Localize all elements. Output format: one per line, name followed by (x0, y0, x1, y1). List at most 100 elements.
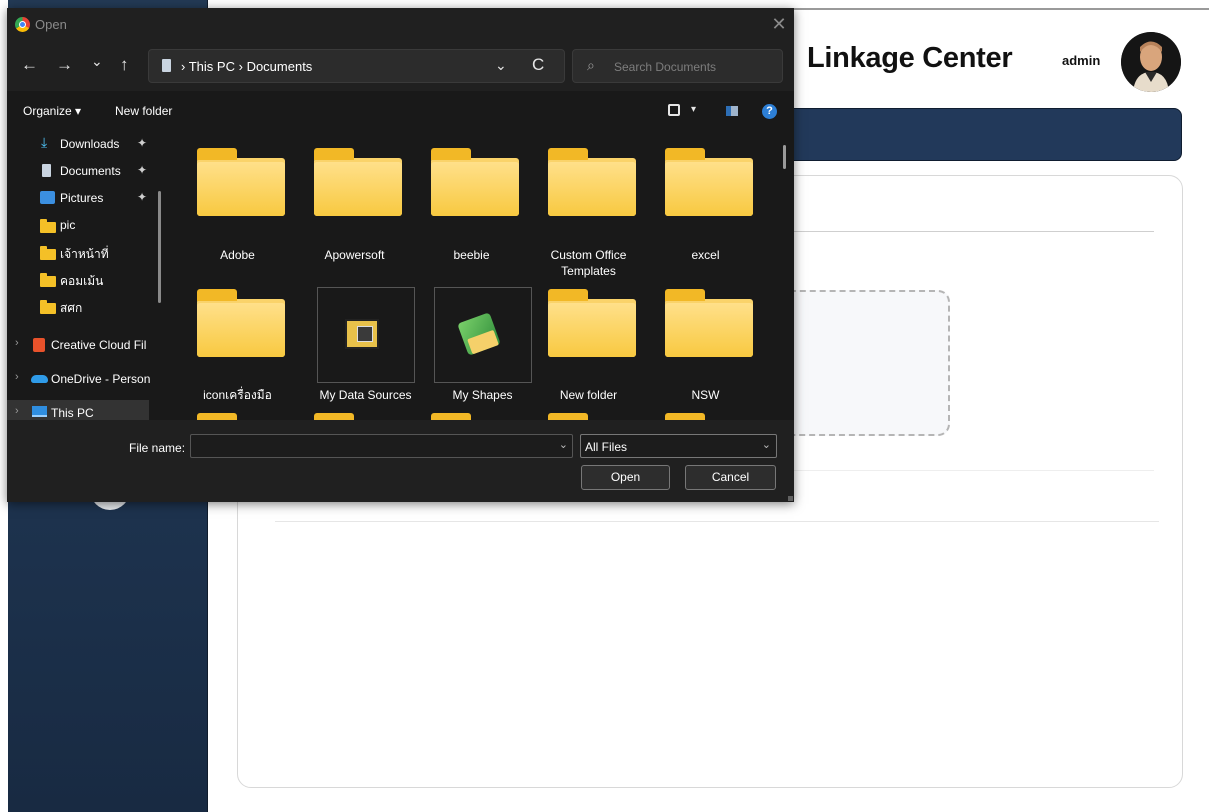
this-pc-icon (32, 406, 47, 417)
nav-item-comments[interactable]: คอมเม้น (7, 266, 170, 292)
file-item[interactable] (296, 413, 413, 420)
view-options-caret-icon[interactable]: ▾ (691, 104, 696, 115)
chevron-down-icon: ⌄ (761, 439, 771, 451)
data-sources-icon (345, 319, 379, 349)
file-name: excel (691, 248, 720, 262)
file-item[interactable] (413, 413, 530, 420)
onedrive-icon (31, 375, 48, 383)
avatar-photo-icon (1121, 32, 1181, 92)
file-item[interactable]: Adobe (179, 148, 296, 269)
folder-icon (40, 219, 56, 233)
file-item[interactable]: excel (647, 148, 764, 269)
folder-icon (431, 148, 519, 216)
search-box[interactable]: ⌕ Search Documents (572, 49, 783, 83)
open-button[interactable]: Open (581, 465, 670, 490)
search-icon: ⌕ (587, 57, 595, 73)
folder-icon (197, 148, 285, 216)
file-name: iconเครื่องมือ (203, 388, 272, 402)
avatar[interactable] (1121, 32, 1181, 92)
nav-item-label: pic (60, 218, 76, 232)
file-name: My Data Sources (319, 388, 412, 402)
breadcrumb-this-pc[interactable]: This PC (189, 59, 235, 74)
dialog-title: Open (35, 17, 67, 32)
document-icon (162, 59, 171, 72)
nav-item-oae[interactable]: สศก (7, 293, 170, 319)
breadcrumb: › This PC › Documents (181, 59, 312, 74)
help-icon[interactable]: ? (762, 104, 777, 119)
refresh-icon[interactable]: C (532, 55, 544, 75)
file-item[interactable]: New folder (530, 287, 647, 407)
file-item[interactable]: iconเครื่องมือ (179, 287, 296, 407)
card-divider (790, 231, 1154, 232)
nav-item-this-pc[interactable]: › This PC (7, 400, 149, 420)
chevron-right-icon[interactable]: › (15, 371, 19, 383)
nav-item-pic[interactable]: pic (7, 212, 170, 238)
nav-item-onedrive[interactable]: › OneDrive - Person (7, 366, 170, 392)
document-icon (42, 164, 51, 177)
file-dropzone[interactable] (770, 290, 950, 436)
navigation-pane: ⤓ Downloads ✦ Documents ✦ Pictures ✦ pic… (7, 131, 170, 420)
nav-item-creative-cloud[interactable]: › Creative Cloud Fil (7, 332, 170, 358)
file-list-scrollbar[interactable] (783, 145, 786, 169)
back-arrow-icon[interactable]: ← (21, 55, 38, 75)
folder-icon (548, 289, 636, 357)
nav-item-pictures[interactable]: Pictures ✦ (7, 185, 170, 211)
pin-icon: ✦ (137, 190, 148, 204)
file-item[interactable]: NSW (647, 287, 764, 407)
cancel-button[interactable]: Cancel (685, 465, 776, 490)
command-bar: Organize ▾ New folder ▾ ? (7, 91, 794, 131)
dialog-titlebar: Open ✕ (7, 8, 794, 41)
nav-item-label: เจ้าหน้าที่ (60, 247, 109, 261)
chevron-right-icon[interactable]: › (15, 405, 19, 417)
nav-item-label: OneDrive - Person (51, 372, 151, 386)
new-folder-button[interactable]: New folder (115, 104, 172, 118)
user-name: admin (1062, 53, 1101, 68)
nav-item-label: Creative Cloud Fil (51, 338, 147, 352)
chevron-right-icon[interactable]: › (15, 337, 19, 349)
open-file-dialog: Open ✕ ← → ⌄ ↑ › This PC › Documents ⌄ C… (7, 8, 794, 502)
chevron-down-icon[interactable]: ⌄ (495, 57, 507, 74)
organize-button[interactable]: Organize ▾ (23, 104, 81, 118)
preview-pane-icon[interactable] (726, 106, 738, 116)
recent-locations-icon[interactable]: ⌄ (91, 51, 103, 71)
folder-icon (40, 246, 56, 260)
close-button[interactable]: ✕ (767, 12, 791, 36)
nav-item-staff[interactable]: เจ้าหน้าที่ (7, 239, 170, 265)
nav-item-downloads[interactable]: ⤓ Downloads ✦ (7, 131, 170, 157)
file-item[interactable] (179, 413, 296, 420)
file-item[interactable]: My Data Sources (307, 287, 424, 407)
file-item[interactable] (530, 413, 647, 420)
file-type-select[interactable]: All Files ⌄ (580, 434, 777, 458)
file-name: beebie (453, 248, 490, 262)
nav-item-documents[interactable]: Documents ✦ (7, 158, 170, 184)
file-name-input[interactable]: ⌄ (190, 434, 573, 458)
forward-arrow-icon[interactable]: → (56, 55, 73, 75)
view-mode-icon[interactable] (668, 104, 680, 116)
file-item[interactable]: Custom Office Templates (530, 148, 647, 278)
nav-item-label: This PC (51, 406, 94, 420)
folder-icon (197, 289, 285, 357)
file-item[interactable]: My Shapes (424, 287, 541, 407)
pin-icon: ✦ (137, 136, 148, 150)
file-type-value: All Files (585, 440, 628, 454)
file-name: Custom Office Templates (550, 248, 627, 278)
chevron-down-icon[interactable]: ⌄ (559, 438, 568, 451)
navigation-scrollbar[interactable] (158, 191, 161, 303)
up-arrow-icon[interactable]: ↑ (120, 55, 129, 75)
folder-icon (548, 148, 636, 216)
folder-icon (40, 300, 56, 314)
file-name-label: File name: (129, 441, 186, 455)
file-item[interactable]: Apowersoft (296, 148, 413, 269)
address-bar[interactable]: › This PC › Documents ⌄ C (148, 49, 565, 83)
file-name: NSW (691, 388, 720, 402)
page-title: Linkage Center (807, 42, 1013, 74)
search-placeholder: Search Documents (614, 60, 717, 74)
nav-item-label: Pictures (60, 191, 104, 205)
file-item[interactable]: beebie (413, 148, 530, 269)
file-item[interactable] (647, 413, 764, 420)
dialog-footer: File name: ⌄ All Files ⌄ Open Cancel (7, 420, 794, 502)
breadcrumb-separator: › (238, 59, 243, 74)
folder-icon (665, 289, 753, 357)
resize-grip-icon[interactable] (788, 496, 793, 501)
breadcrumb-documents[interactable]: Documents (247, 59, 313, 74)
